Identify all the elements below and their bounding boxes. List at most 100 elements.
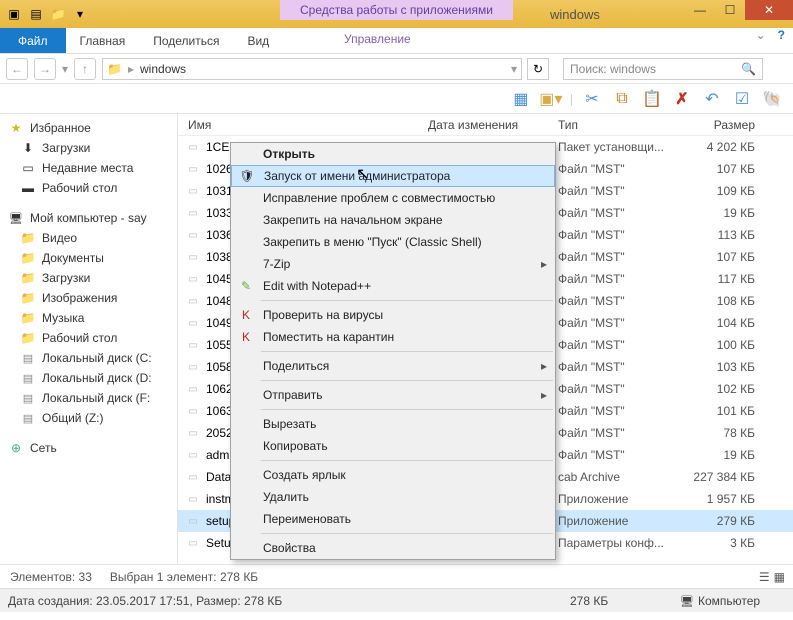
tab-home[interactable]: Главная — [66, 28, 140, 53]
context-item[interactable]: Переименовать — [231, 508, 555, 530]
context-item[interactable]: Закрепить в меню "Пуск" (Classic Shell) — [231, 231, 555, 253]
help-icon[interactable]: ? — [778, 28, 785, 42]
file-icon — [184, 315, 202, 331]
sidebar-network[interactable]: Сеть — [0, 438, 177, 458]
drive-icon — [20, 350, 36, 366]
delete-icon[interactable]: ✗ — [671, 88, 693, 110]
folder-icon — [107, 62, 122, 76]
tab-share[interactable]: Поделиться — [139, 28, 233, 53]
address-dropdown-icon[interactable]: ▾ — [511, 62, 517, 76]
antivirus-icon: K — [237, 328, 255, 346]
context-item[interactable]: K Поместить на карантин — [231, 326, 555, 348]
file-size: 1 957 КБ — [688, 492, 763, 506]
file-size: 78 КБ — [688, 426, 763, 440]
column-date[interactable]: Дата изменения — [428, 118, 558, 132]
file-icon — [184, 381, 202, 397]
back-button[interactable]: ← — [6, 58, 28, 80]
context-item[interactable]: KПроверить на вирусы — [231, 304, 555, 326]
context-item[interactable]: ✎Edit with Notepad++ — [231, 275, 555, 297]
sidebar-item-drive-d[interactable]: Локальный диск (D: — [0, 368, 177, 388]
close-button[interactable]: ✕ — [745, 0, 793, 20]
maximize-button[interactable]: ☐ — [715, 0, 745, 20]
file-type: Файл "MST" — [558, 382, 688, 396]
sidebar-favorites[interactable]: Избранное — [0, 118, 177, 138]
context-item[interactable]: 🛡Запуск от имени администратора — [231, 165, 555, 187]
sidebar-computer[interactable]: Мой компьютер - say — [0, 208, 177, 228]
cut-icon[interactable]: ✂ — [581, 88, 603, 110]
file-type: Файл "MST" — [558, 404, 688, 418]
tab-manage[interactable]: Управление — [330, 28, 425, 50]
file-type: Файл "MST" — [558, 426, 688, 440]
sidebar-item-drive-c[interactable]: Локальный диск (C: — [0, 348, 177, 368]
forward-button[interactable]: → — [34, 58, 56, 80]
column-name[interactable]: Имя — [178, 118, 428, 132]
context-item[interactable]: 7-Zip▸ — [231, 253, 555, 275]
file-type: Файл "MST" — [558, 250, 688, 264]
breadcrumb[interactable]: windows — [140, 62, 186, 76]
qat-dropdown-icon[interactable]: ▾ — [70, 4, 90, 24]
context-label: Поместить на карантин — [263, 330, 394, 344]
context-item[interactable]: Поделиться▸ — [231, 355, 555, 377]
minimize-button[interactable]: — — [685, 0, 715, 20]
file-size: 108 КБ — [688, 294, 763, 308]
context-item[interactable]: Свойства — [231, 537, 555, 559]
context-item[interactable]: Открыть — [231, 143, 555, 165]
quick-access-toolbar: ▣ ▤ ▾ — [0, 4, 90, 24]
context-item[interactable]: Вырезать — [231, 413, 555, 435]
context-item[interactable]: Создать ярлык — [231, 464, 555, 486]
context-label: Закрепить в меню "Пуск" (Classic Shell) — [263, 235, 482, 249]
sidebar-item-videos[interactable]: Видео — [0, 228, 177, 248]
column-size[interactable]: Размер — [688, 118, 763, 132]
details-view-icon[interactable]: ☰ — [759, 570, 770, 584]
context-menu: Открыть🛡Запуск от имени администратораИс… — [230, 142, 556, 560]
sidebar-item-desktop2[interactable]: Рабочий стол — [0, 328, 177, 348]
sidebar-item-recent[interactable]: ▭Недавние места — [0, 158, 177, 178]
details-bar: Дата создания: 23.05.2017 17:51, Размер:… — [0, 588, 793, 612]
context-label: Запуск от имени администратора — [264, 169, 450, 183]
ribbon-context-tab[interactable]: Средства работы с приложениями — [280, 0, 513, 20]
tiles-view-icon[interactable]: ▦ — [774, 570, 785, 584]
copy-icon[interactable]: ⧉ — [611, 88, 633, 110]
refresh-button[interactable]: ↻ — [527, 58, 549, 80]
qat-folder-icon[interactable] — [48, 4, 68, 24]
sidebar-item-pictures[interactable]: Изображения — [0, 288, 177, 308]
context-item[interactable]: Закрепить на начальном экране — [231, 209, 555, 231]
context-item[interactable]: Исправление проблем с совместимостью — [231, 187, 555, 209]
context-item[interactable]: Копировать — [231, 435, 555, 457]
sidebar-item-drive-f[interactable]: Локальный диск (F: — [0, 388, 177, 408]
navigation-pane: Избранное ⬇Загрузки ▭Недавние места ▬Раб… — [0, 114, 178, 564]
organize-icon[interactable]: ▦ — [510, 88, 532, 110]
ribbon-expand-icon[interactable]: ⌄ — [756, 28, 766, 42]
sidebar-item-documents[interactable]: Документы — [0, 248, 177, 268]
context-item[interactable]: Отправить▸ — [231, 384, 555, 406]
sidebar-item-drive-z[interactable]: Общий (Z:) — [0, 408, 177, 428]
context-label: Свойства — [263, 541, 316, 555]
shell-icon[interactable]: 🐚 — [761, 88, 783, 110]
sidebar-item-desktop[interactable]: ▬Рабочий стол — [0, 178, 177, 198]
file-icon — [184, 425, 202, 441]
file-type: Файл "MST" — [558, 448, 688, 462]
paste-icon[interactable]: 📋 — [641, 88, 663, 110]
undo-icon[interactable]: ↶ — [701, 88, 723, 110]
context-label: Проверить на вирусы — [263, 308, 383, 322]
sidebar-item-music[interactable]: Музыка — [0, 308, 177, 328]
tab-view[interactable]: Вид — [233, 28, 283, 53]
address-bar[interactable]: ▸ windows ▾ — [102, 58, 522, 80]
file-type: Файл "MST" — [558, 206, 688, 220]
views-icon[interactable]: ▣▾ — [540, 88, 562, 110]
recent-dropdown-icon[interactable]: ▾ — [62, 62, 68, 76]
qat-properties-icon[interactable]: ▤ — [26, 4, 46, 24]
context-item[interactable]: Удалить — [231, 486, 555, 508]
properties-icon[interactable]: ☑ — [731, 88, 753, 110]
sidebar-item-downloads[interactable]: ⬇Загрузки — [0, 138, 177, 158]
file-size: 19 КБ — [688, 448, 763, 462]
file-type: Файл "MST" — [558, 162, 688, 176]
file-size: 101 КБ — [688, 404, 763, 418]
column-type[interactable]: Тип — [558, 118, 688, 132]
up-button[interactable]: ↑ — [74, 58, 96, 80]
search-input[interactable]: Поиск: windows 🔍 — [563, 58, 763, 80]
file-tab[interactable]: Файл — [0, 28, 66, 53]
context-separator — [261, 409, 553, 410]
sidebar-item-downloads2[interactable]: Загрузки — [0, 268, 177, 288]
file-icon — [184, 359, 202, 375]
